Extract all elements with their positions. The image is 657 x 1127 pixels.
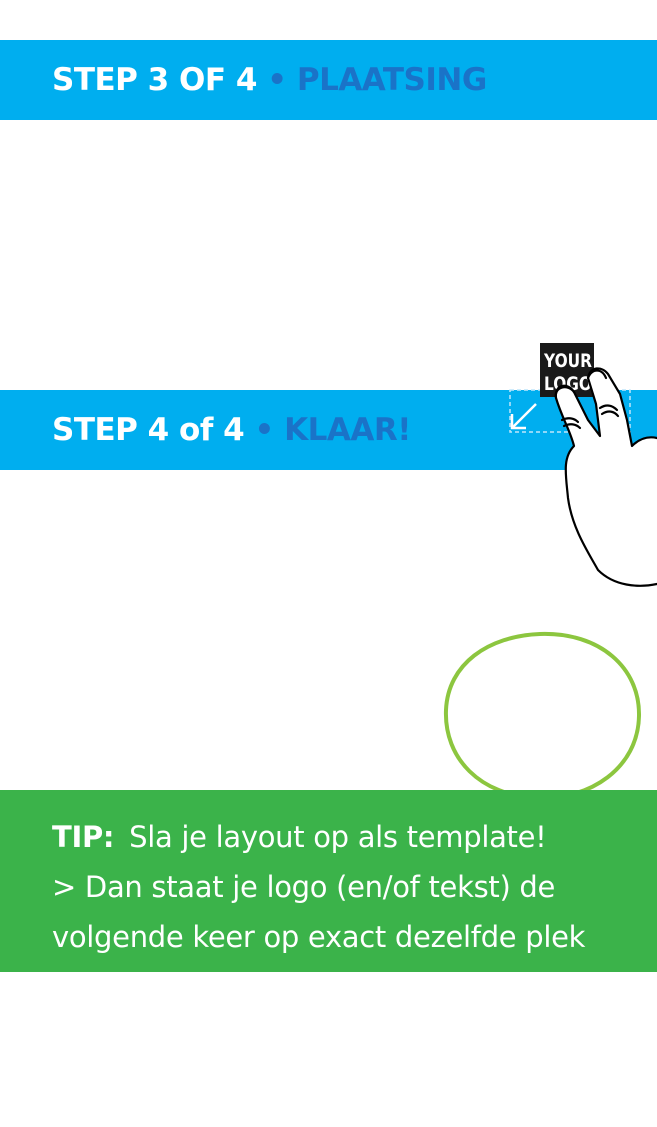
step-3-separator: • [267, 62, 287, 98]
tip-label: TIP: [52, 820, 115, 854]
step-4-separator: • [254, 412, 274, 448]
tip-line-1: TIP: Sla je layout op als template! [52, 812, 657, 862]
logo-text-your: YOUR [543, 350, 592, 372]
tip-text-1: Sla je layout op als template! [129, 820, 547, 854]
tip-panel: TIP: Sla je layout op als template! > Da… [0, 790, 657, 972]
two-finger-hand-icon [554, 367, 657, 587]
step-3-prefix: STEP 3 OF 4 [52, 62, 257, 98]
logo-resize-gesture-illustration: YOUR LOGO [509, 343, 657, 587]
step-4-name: KLAAR! [284, 412, 411, 448]
resize-arrow-icon [510, 403, 537, 430]
step-3-header: STEP 3 OF 4 • PLAATSING [0, 40, 657, 120]
step-4-prefix: STEP 4 of 4 [52, 412, 245, 448]
highlight-circle [443, 631, 642, 801]
step-4-title: STEP 4 of 4 • KLAAR! [52, 412, 411, 448]
step-3-title: STEP 3 OF 4 • PLAATSING [52, 62, 487, 98]
tip-line-2: > Dan staat je logo (en/of tekst) de [52, 870, 556, 904]
tip-line-3: volgende keer op exact dezelfde plek [52, 920, 586, 954]
step-3-name: PLAATSING [296, 62, 487, 98]
